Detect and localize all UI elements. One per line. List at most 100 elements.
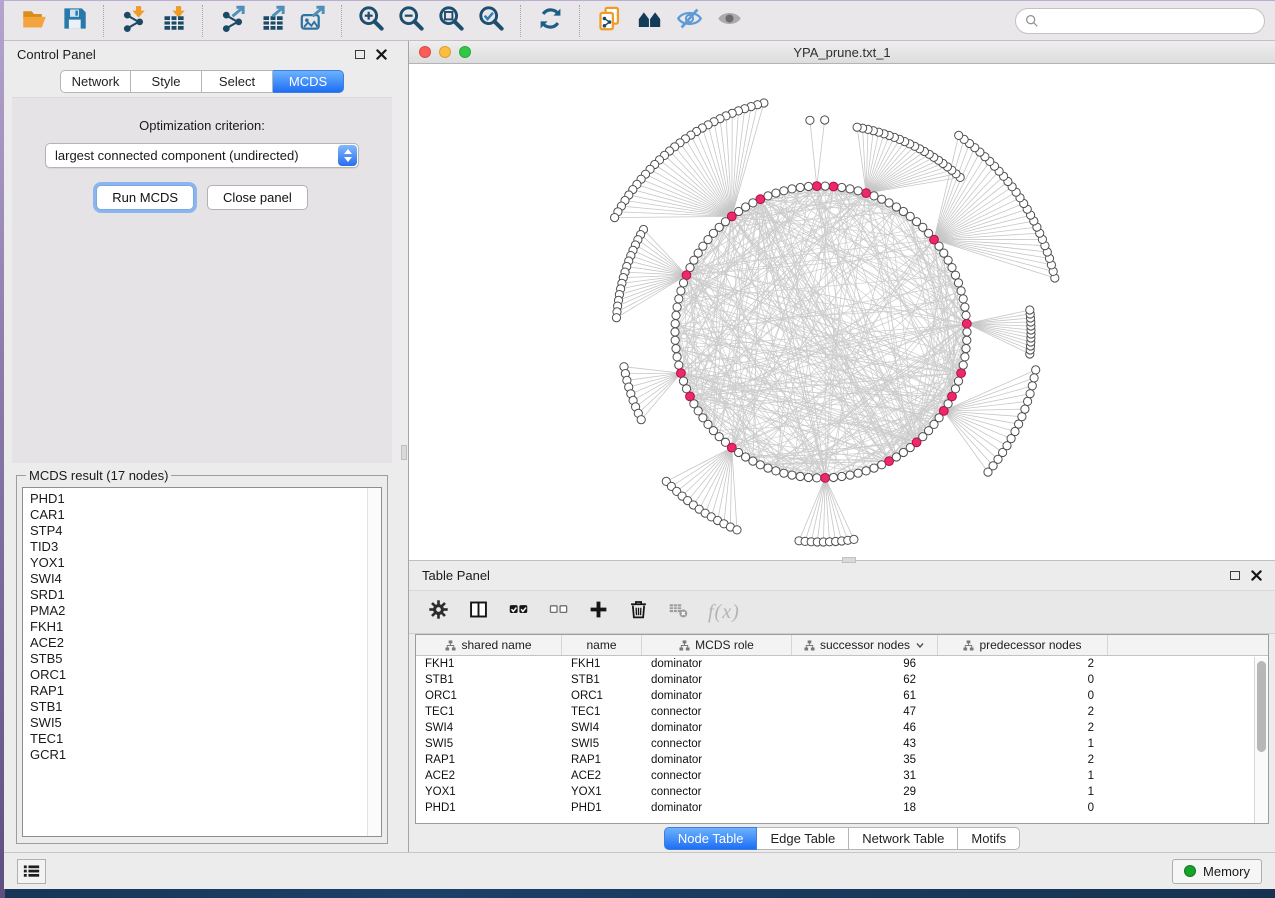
close-table-panel-icon[interactable]: [1251, 570, 1262, 581]
open-file-button[interactable]: [14, 4, 54, 38]
mcds-result-item[interactable]: GCR1: [30, 747, 374, 763]
hide-selected-button[interactable]: [669, 4, 709, 38]
cell-name: ACE2: [562, 770, 642, 782]
mcds-result-item[interactable]: FKH1: [30, 619, 374, 635]
tab-select[interactable]: Select: [202, 70, 273, 93]
zoom-out-icon: [398, 5, 425, 37]
zoom-out-button[interactable]: [391, 4, 431, 38]
close-panel-icon[interactable]: [376, 49, 387, 60]
cell-name: FKH1: [562, 658, 642, 670]
column-header-name[interactable]: name: [562, 635, 642, 655]
mcds-result-item[interactable]: YOX1: [30, 555, 374, 571]
mcds-result-item[interactable]: ORC1: [30, 667, 374, 683]
first-neighbors-icon: [636, 5, 663, 37]
tab-network-table[interactable]: Network Table: [849, 827, 958, 850]
first-neighbors-button[interactable]: [629, 4, 669, 38]
delete-column-button[interactable]: [628, 599, 649, 625]
show-all-button[interactable]: [709, 4, 749, 38]
network-graph[interactable]: [409, 64, 1275, 560]
add-column-button[interactable]: [588, 599, 609, 625]
table-row[interactable]: RAP1RAP1dominator352: [416, 752, 1268, 768]
save-session-button[interactable]: [54, 4, 94, 38]
table-settings-button[interactable]: [428, 599, 449, 625]
import-network-button[interactable]: [113, 4, 153, 38]
mcds-result-item[interactable]: PHD1: [30, 491, 374, 507]
tab-node-table[interactable]: Node Table: [664, 827, 758, 850]
tab-network[interactable]: Network: [60, 70, 131, 93]
export-table-button[interactable]: [252, 4, 292, 38]
export-network-button[interactable]: [212, 4, 252, 38]
column-header-MCDS-role[interactable]: MCDS role: [642, 635, 792, 655]
close-window-button[interactable]: [419, 46, 431, 58]
zoom-fit-button[interactable]: [431, 4, 471, 38]
search-input[interactable]: [1044, 13, 1255, 28]
column-header-successor-nodes[interactable]: successor nodes: [792, 635, 938, 655]
horizontal-splitter-handle[interactable]: [842, 557, 856, 563]
table-row[interactable]: ORC1ORC1dominator610: [416, 688, 1268, 704]
mcds-result-list[interactable]: PHD1CAR1STP4TID3YOX1SWI4SRD1PMA2FKH1ACE2…: [22, 487, 382, 837]
search-box[interactable]: [1015, 8, 1265, 34]
column-header-shared-name[interactable]: shared name: [416, 635, 562, 655]
table-row[interactable]: STB1STB1dominator620: [416, 672, 1268, 688]
mcds-result-item[interactable]: ACE2: [30, 635, 374, 651]
zoom-in-button[interactable]: [351, 4, 391, 38]
criterion-select[interactable]: largest connected component (undirected): [45, 143, 359, 168]
zoom-window-button[interactable]: [459, 46, 471, 58]
table-row[interactable]: SWI5SWI5connector431: [416, 736, 1268, 752]
clone-network-button[interactable]: [589, 4, 629, 38]
network-canvas[interactable]: [409, 64, 1275, 560]
table-row[interactable]: FKH1FKH1dominator962: [416, 656, 1268, 672]
select-all-columns-button[interactable]: [508, 599, 529, 625]
tab-style[interactable]: Style: [131, 70, 202, 93]
refresh-layout-button[interactable]: [530, 4, 570, 38]
column-label: predecessor nodes: [979, 638, 1081, 652]
column-label: name: [586, 638, 616, 652]
delete-column-icon: [628, 599, 649, 625]
mcds-result-item[interactable]: STB5: [30, 651, 374, 667]
split-columns-button[interactable]: [468, 599, 489, 625]
mcds-result-item[interactable]: SRD1: [30, 587, 374, 603]
table-row[interactable]: SWI4SWI4dominator462: [416, 720, 1268, 736]
close-panel-button[interactable]: Close panel: [207, 185, 308, 210]
table-row[interactable]: PHD1PHD1dominator180: [416, 800, 1268, 816]
splitter-handle[interactable]: [401, 445, 407, 460]
minimize-window-button[interactable]: [439, 46, 451, 58]
cell-MCDS-role: connector: [642, 706, 792, 718]
mcds-result-item[interactable]: SWI4: [30, 571, 374, 587]
zoom-selected-button[interactable]: [471, 4, 511, 38]
task-history-button[interactable]: [17, 859, 46, 884]
unselect-all-columns-button[interactable]: [548, 599, 569, 625]
mcds-result-item[interactable]: TID3: [30, 539, 374, 555]
vertical-splitter[interactable]: [400, 41, 409, 852]
memory-button[interactable]: Memory: [1172, 859, 1262, 884]
float-panel-icon[interactable]: [355, 50, 365, 59]
export-image-button[interactable]: [292, 4, 332, 38]
result-list-scrollbar[interactable]: [367, 488, 381, 836]
table-row[interactable]: TEC1TEC1connector472: [416, 704, 1268, 720]
import-table-button[interactable]: [153, 4, 193, 38]
shared-column-icon: [445, 640, 456, 651]
delete-table-icon: [668, 599, 689, 625]
shared-column-icon: [963, 640, 974, 651]
table-row[interactable]: ACE2ACE2connector311: [416, 768, 1268, 784]
run-mcds-button[interactable]: Run MCDS: [96, 185, 194, 210]
network-window-titlebar[interactable]: YPA_prune.txt_1: [409, 41, 1275, 64]
table-scrollbar-thumb[interactable]: [1257, 661, 1266, 752]
float-table-panel-icon[interactable]: [1230, 571, 1240, 580]
mcds-result-item[interactable]: PMA2: [30, 603, 374, 619]
mcds-result-item[interactable]: CAR1: [30, 507, 374, 523]
mcds-result-item[interactable]: RAP1: [30, 683, 374, 699]
cell-successor-nodes: 31: [792, 770, 938, 782]
tab-mcds[interactable]: MCDS: [273, 70, 344, 93]
mcds-result-item[interactable]: STB1: [30, 699, 374, 715]
tab-motifs[interactable]: Motifs: [958, 827, 1020, 850]
mcds-result-items: PHD1CAR1STP4TID3YOX1SWI4SRD1PMA2FKH1ACE2…: [30, 491, 374, 763]
show-all-icon: [716, 5, 743, 37]
tab-edge-table[interactable]: Edge Table: [757, 827, 849, 850]
mcds-result-item[interactable]: TEC1: [30, 731, 374, 747]
table-scrollbar[interactable]: [1254, 657, 1268, 823]
mcds-result-item[interactable]: STP4: [30, 523, 374, 539]
column-header-predecessor-nodes[interactable]: predecessor nodes: [938, 635, 1108, 655]
mcds-result-item[interactable]: SWI5: [30, 715, 374, 731]
table-row[interactable]: YOX1YOX1connector291: [416, 784, 1268, 800]
